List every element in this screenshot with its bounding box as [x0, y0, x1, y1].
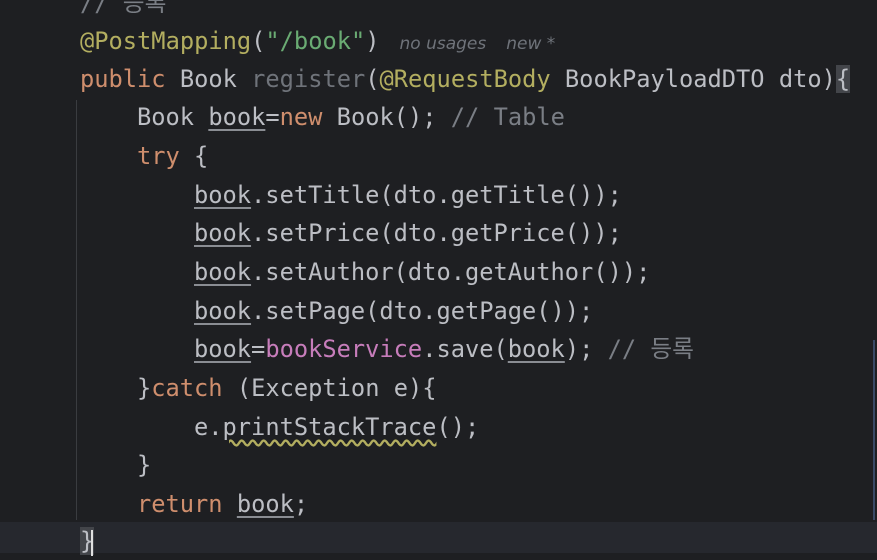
code-token: );	[564, 335, 608, 363]
code-token: book	[194, 219, 252, 247]
code-token: // 등록	[607, 335, 694, 363]
code-token: book	[194, 297, 252, 325]
code-token: }	[137, 451, 152, 479]
code-token: book	[194, 335, 252, 363]
code-token: {	[179, 142, 209, 170]
code-token: BookPayloadDTO dto)	[550, 65, 836, 93]
code-line[interactable]: }	[137, 446, 151, 484]
code-line[interactable]: Book book=new Book(); // Table	[137, 98, 565, 136]
code-token: ();	[436, 413, 480, 441]
code-line[interactable]: book.setAuthor(dto.getAuthor());	[194, 253, 650, 291]
code-token: bookService	[265, 335, 423, 363]
text-cursor	[91, 529, 94, 556]
code-token: .setPrice(dto.getPrice());	[251, 219, 622, 247]
code-token: (Exception e){	[222, 374, 437, 402]
code-line[interactable]: public Book register(@RequestBody BookPa…	[80, 60, 851, 98]
code-token: (	[365, 65, 380, 93]
code-line[interactable]: return book;	[137, 485, 308, 523]
code-editor[interactable]: // 등록 @PostMapping("/book") no usages new *…	[0, 0, 877, 556]
code-token: try	[137, 142, 180, 170]
code-token: book	[194, 181, 252, 209]
code-token: Book	[137, 103, 209, 131]
code-token: (	[251, 27, 266, 55]
code-token: return	[137, 490, 223, 518]
indent-guide	[76, 100, 77, 520]
code-token: ;	[293, 490, 309, 518]
code-token: book	[507, 335, 565, 363]
code-token: .save(	[422, 335, 508, 363]
code-line[interactable]: book.setPage(dto.getPage());	[194, 292, 593, 330]
code-token: e.	[194, 413, 223, 441]
code-line[interactable]: }catch (Exception e){	[137, 369, 437, 407]
code-line[interactable]: e.printStackTrace();	[194, 408, 479, 446]
code-token: {	[835, 65, 851, 93]
code-line[interactable]: book=bookService.save(book); // 등록	[194, 330, 694, 368]
code-token: Book();	[322, 103, 451, 131]
code-line[interactable]: @PostMapping("/book") no usages new *	[80, 22, 555, 60]
code-token: book	[194, 258, 252, 286]
usages-hint[interactable]: no usages	[400, 34, 487, 54]
code-token: new	[279, 103, 323, 131]
author-hint[interactable]: new *	[506, 34, 555, 54]
code-token: book	[236, 490, 294, 518]
scrollbar-marker[interactable]	[873, 340, 875, 520]
code-token: =	[265, 103, 280, 131]
code-token: "/book"	[265, 27, 366, 55]
code-token: public	[80, 65, 166, 93]
code-line[interactable]: // 등록	[80, 0, 166, 22]
code-line[interactable]: }	[80, 522, 95, 560]
code-token: // 등록	[80, 0, 167, 17]
code-token: register	[251, 65, 366, 93]
code-token: .setPage(dto.getPage());	[251, 297, 594, 325]
code-token: =	[251, 335, 266, 363]
code-token: book	[208, 103, 266, 131]
code-line[interactable]: book.setPrice(dto.getPrice());	[194, 214, 622, 252]
code-token: printStackTrace	[222, 413, 437, 441]
code-token: .setTitle(dto.getTitle());	[251, 181, 622, 209]
code-token: .setAuthor(dto.getAuthor());	[251, 258, 651, 286]
code-token: @PostMapping	[80, 27, 252, 55]
code-line[interactable]: book.setTitle(dto.getTitle());	[194, 176, 622, 214]
code-token: catch	[151, 374, 223, 402]
code-token: // Table	[450, 103, 565, 131]
code-token: @RequestBody	[379, 65, 551, 93]
code-line[interactable]: try {	[137, 137, 208, 175]
code-token: }	[137, 374, 152, 402]
code-token: )	[365, 27, 380, 55]
current-line-highlight	[0, 522, 877, 553]
code-token: Book	[165, 65, 252, 93]
